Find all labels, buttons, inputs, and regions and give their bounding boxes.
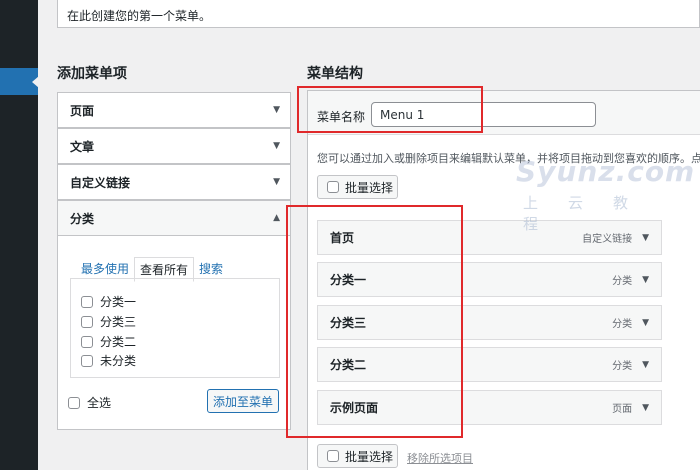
- category-label: 分类二: [100, 335, 137, 349]
- menu-item-type: 分类: [612, 276, 633, 287]
- category-label: 分类一: [100, 295, 137, 309]
- add-menu-items-title: 添加菜单项: [57, 66, 127, 82]
- checkbox[interactable]: [81, 315, 93, 328]
- category-option[interactable]: 分类二: [81, 333, 136, 350]
- category-label: 分类三: [100, 315, 137, 329]
- select-all-label: 全选: [87, 396, 112, 410]
- accordion-posts[interactable]: 文章 ▼: [57, 128, 291, 164]
- menu-item-type: 分类: [612, 361, 633, 372]
- bulk-select-checkbox[interactable]: [327, 181, 339, 193]
- admin-sidebar: [0, 0, 39, 470]
- arrow-down-icon: ▼: [273, 105, 280, 115]
- highlight-box-menu-items: [286, 205, 463, 438]
- notice-text: 在此创建您的第一个菜单。: [67, 9, 212, 23]
- category-option[interactable]: 未分类: [81, 352, 136, 369]
- bulk-select-label: 批量选择: [345, 449, 394, 464]
- highlight-box-menu-name: [297, 86, 483, 133]
- expand-arrow-icon[interactable]: ▼: [642, 275, 649, 285]
- menu-item-type: 页面: [612, 404, 633, 415]
- accordion-label: 页面: [70, 103, 95, 118]
- arrow-down-icon: ▼: [273, 177, 280, 187]
- category-option[interactable]: 分类三: [81, 313, 136, 330]
- arrow-down-icon: ▼: [273, 141, 280, 151]
- categories-panel: 最多使用 查看所有 搜索 分类一 分类三 分类二 未分类 全选 添加至菜单: [57, 236, 291, 430]
- arrow-up-icon: ▲: [273, 213, 280, 223]
- expand-arrow-icon[interactable]: ▼: [642, 360, 649, 370]
- notice-box: 在此创建您的第一个菜单。: [57, 0, 700, 28]
- menu-structure-title: 菜单结构: [307, 66, 363, 82]
- watermark-text: Syunz.com: [516, 155, 696, 188]
- remove-selected-link[interactable]: 移除所选项目: [407, 450, 473, 466]
- expand-arrow-icon[interactable]: ▼: [642, 403, 649, 413]
- accordion-label: 文章: [70, 139, 95, 154]
- accordion-label: 自定义链接: [70, 175, 131, 190]
- accordion-custom-links[interactable]: 自定义链接 ▼: [57, 164, 291, 200]
- checkbox[interactable]: [81, 354, 93, 367]
- bulk-select-button-bottom[interactable]: 批量选择: [317, 444, 398, 468]
- bulk-select-checkbox[interactable]: [327, 450, 339, 462]
- checkbox[interactable]: [81, 295, 93, 308]
- bulk-select-label: 批量选择: [345, 180, 394, 195]
- category-checklist: 分类一 分类三 分类二 未分类: [70, 278, 280, 378]
- watermark-subtext: 上云教程: [523, 194, 659, 233]
- menu-item-type: 分类: [612, 319, 633, 330]
- accordion-label: 分类: [70, 211, 95, 226]
- checkbox[interactable]: [81, 335, 93, 348]
- add-to-menu-button[interactable]: 添加至菜单: [207, 389, 279, 413]
- select-all-option[interactable]: 全选: [68, 394, 111, 411]
- expand-arrow-icon[interactable]: ▼: [642, 233, 649, 243]
- select-all-checkbox[interactable]: [68, 396, 80, 409]
- expand-arrow-icon[interactable]: ▼: [642, 318, 649, 328]
- category-option[interactable]: 分类一: [81, 293, 136, 310]
- category-label: 未分类: [100, 354, 137, 368]
- accordion-pages[interactable]: 页面 ▼: [57, 92, 291, 128]
- bulk-select-button-top[interactable]: 批量选择: [317, 175, 398, 199]
- accordion-categories[interactable]: 分类 ▲: [57, 200, 291, 236]
- admin-menu-active-item[interactable]: [0, 68, 39, 95]
